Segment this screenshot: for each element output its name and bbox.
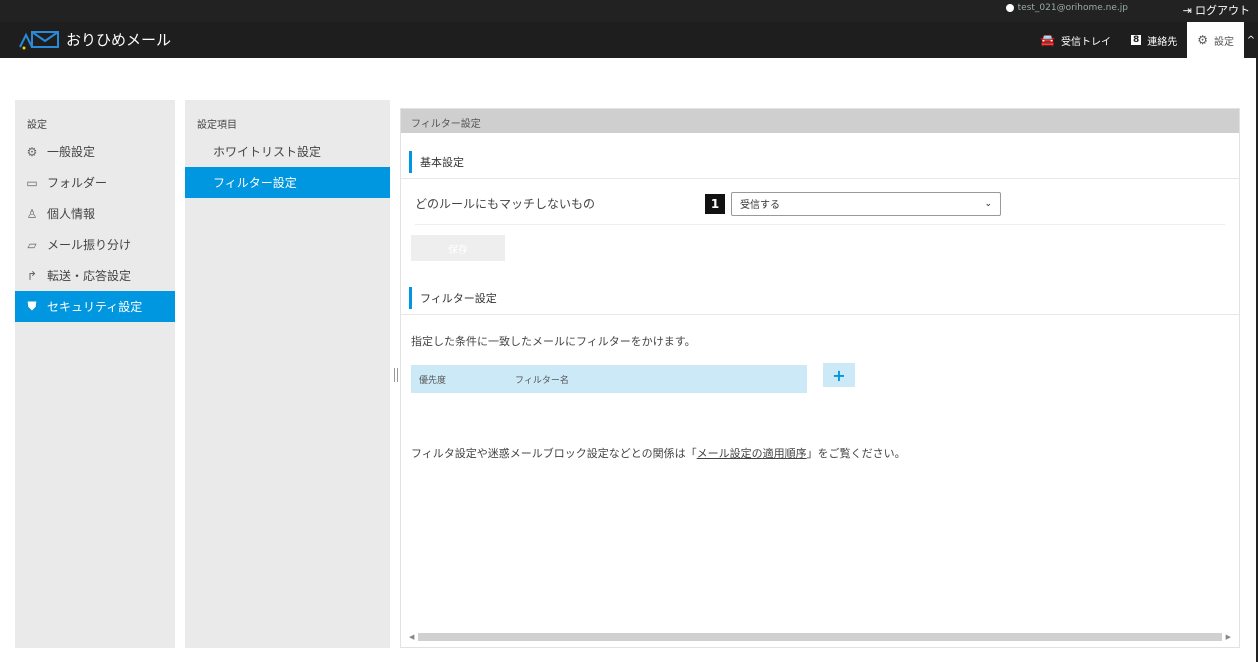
scroll-thumb[interactable] [418, 633, 1222, 641]
pane-resize-handle[interactable] [394, 368, 398, 382]
folder-open-icon: ▱ [27, 237, 37, 252]
sidebar-item-label: 一般設定 [47, 145, 96, 159]
save-button[interactable]: 保存 [411, 235, 505, 261]
contacts-icon: 8 [1130, 35, 1142, 45]
add-filter-button[interactable]: + [823, 363, 855, 387]
app-window: test_021@orihome.ne.jp ⇥ ログアウト おりひめメール 🚘… [0, 0, 1258, 662]
sidebar-item-security[interactable]: ⛊ セキュリティ設定 [15, 291, 175, 322]
filter-table-header: 優先度 フィルター名 [411, 365, 807, 393]
filter-description: 指定した条件に一致したメールにフィルターをかけます。 [411, 335, 696, 348]
sidebar-item-label: フォルダー [47, 176, 108, 190]
page-title: フィルター設定 [401, 109, 1239, 133]
settings-sidebar: 設定 ⚙ 一般設定 ▭ フォルダー ♙ 個人情報 ▱ メール振り分け ↱ 転送・… [15, 100, 175, 648]
logo-text: おりひめメール [66, 30, 172, 49]
sidebar-item-folders[interactable]: ▭ フォルダー [15, 167, 175, 198]
sidebar-item-label: 転送・応答設定 [47, 269, 132, 283]
logout-label: ログアウト [1195, 4, 1250, 17]
gear-icon: ⚙ [26, 144, 38, 159]
account-bar: test_021@orihome.ne.jp ⇥ ログアウト [0, 0, 1258, 22]
folder-icon: ▭ [26, 175, 38, 190]
header-nav: 🚘 受信トレイ 8 連絡先 ⚙ 設定 ^ [1030, 22, 1258, 58]
sidebar-item-personal[interactable]: ♙ 個人情報 [15, 198, 175, 229]
person-icon: ♙ [26, 206, 38, 221]
subnav-item-filter[interactable]: フィルター設定 [185, 167, 390, 198]
sidebar-item-label: セキュリティ設定 [47, 300, 143, 314]
basic-settings-heading: 基本設定 [401, 151, 1239, 179]
note-prefix: フィルタ設定や迷惑メールブロック設定などとの関係は「 [411, 447, 697, 460]
logout-button[interactable]: ⇥ ログアウト [1183, 2, 1250, 18]
column-filter-name: フィルター名 [515, 375, 569, 386]
shield-icon: ⛊ [27, 299, 37, 313]
apply-order-link[interactable]: メール設定の適用順序 [697, 447, 807, 460]
logo-icon [19, 31, 59, 50]
column-priority: 優先度 [419, 375, 447, 386]
note-suffix: 」をご覧ください。 [806, 447, 906, 460]
horizontal-scrollbar[interactable]: ◀ ▶ [409, 633, 1231, 641]
sidebar-item-general[interactable]: ⚙ 一般設定 [15, 136, 175, 167]
nav-settings[interactable]: ⚙ 設定 [1187, 22, 1244, 58]
nav-contacts[interactable]: 8 連絡先 [1121, 22, 1187, 58]
filter-settings-heading: フィルター設定 [401, 287, 1239, 315]
nav-contacts-label: 連絡先 [1147, 36, 1178, 48]
unmatched-action-select[interactable]: 受信する ⌄ [731, 191, 1001, 216]
nav-inbox-label: 受信トレイ [1060, 36, 1111, 48]
chevron-down-icon: ⌄ [984, 198, 992, 209]
header-collapse-button[interactable]: ^ [1244, 22, 1258, 58]
plus-icon: + [832, 365, 846, 385]
filter-settings-panel: フィルター設定 基本設定 どのルールにもマッチしないもの 1 受信する ⌄ 保存… [400, 108, 1240, 648]
account-dot-icon [1005, 4, 1014, 12]
subnav-heading: 設定項目 [197, 120, 237, 131]
sidebar-item-label: 個人情報 [47, 207, 96, 221]
step-badge: 1 [705, 193, 725, 214]
nav-settings-label: 設定 [1214, 36, 1234, 48]
filter-order-note: フィルタ設定や迷惑メールブロック設定などとの関係は「メール設定の適用順序」をご覧… [411, 445, 1239, 461]
sidebar-item-label: メール振り分け [47, 238, 132, 252]
app-header: おりひめメール 🚘 受信トレイ 8 連絡先 ⚙ 設定 ^ [0, 22, 1258, 58]
unmatched-rule-row: どのルールにもマッチしないもの 1 受信する ⌄ [415, 183, 1225, 225]
gear-icon: ⚙ [1197, 33, 1208, 47]
scroll-right-icon[interactable]: ▶ [1226, 633, 1231, 641]
app-logo[interactable]: おりひめメール [18, 27, 171, 51]
sidebar-item-forwarding[interactable]: ↱ 転送・応答設定 [15, 260, 175, 291]
forward-icon: ↱ [26, 268, 38, 283]
nav-inbox[interactable]: 🚘 受信トレイ [1030, 22, 1121, 58]
unmatched-rule-label: どのルールにもマッチしないもの [415, 197, 596, 211]
subnav-item-whitelist[interactable]: ホワイトリスト設定 [185, 136, 390, 167]
logout-icon: ⇥ [1182, 3, 1192, 17]
mail-car-icon: 🚘 [1040, 33, 1055, 47]
sidebar-item-mail-sorting[interactable]: ▱ メール振り分け [15, 229, 175, 260]
sidebar-heading: 設定 [27, 120, 47, 131]
scroll-left-icon[interactable]: ◀ [409, 633, 414, 641]
settings-subnav: 設定項目 ホワイトリスト設定 フィルター設定 [185, 100, 390, 648]
account-email: test_021@orihome.ne.jp [1017, 3, 1128, 13]
filter-table: 優先度 フィルター名 + [411, 363, 1239, 393]
account-info: test_021@orihome.ne.jp [1005, 3, 1128, 13]
select-value: 受信する [740, 200, 780, 211]
chevron-up-icon: ^ [1246, 34, 1256, 46]
